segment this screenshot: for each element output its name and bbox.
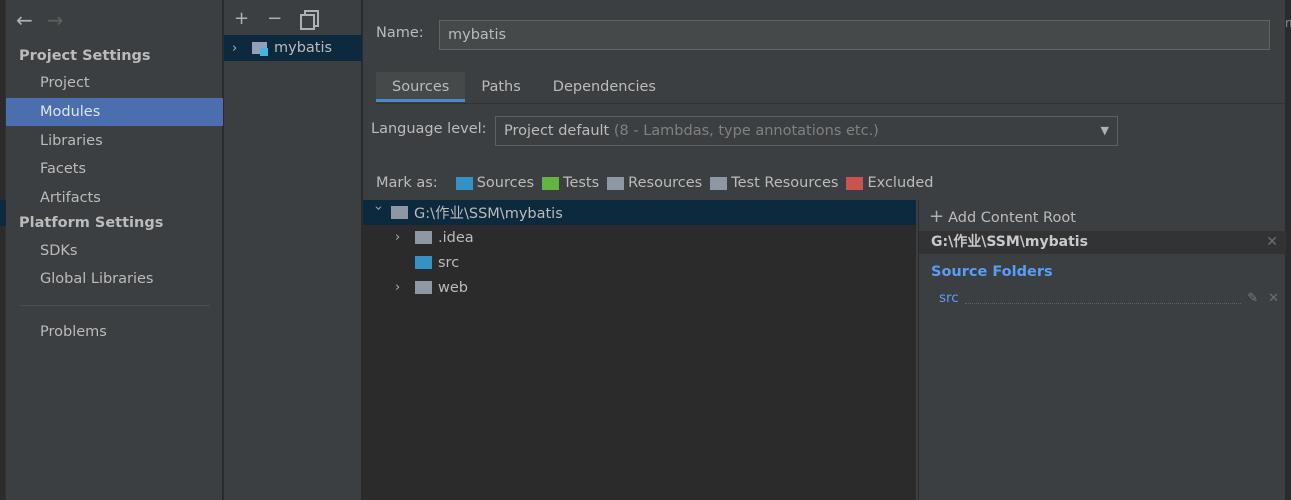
tree-root-label: G:\作业\SSM\mybatis [414, 206, 563, 222]
tab-dependencies[interactable]: Dependencies [537, 72, 672, 102]
sidebar-item-project[interactable]: Project [6, 69, 223, 97]
section-project-settings: Project Settings [19, 48, 151, 64]
add-content-root-button[interactable]: + Add Content Root [929, 206, 1076, 227]
sidebar-item-global-libraries[interactable]: Global Libraries [6, 265, 223, 293]
sidebar-item-modules[interactable]: Modules [6, 98, 223, 126]
nav-arrows: ← → [16, 8, 64, 34]
module-label: mybatis [274, 40, 333, 56]
sidebar-item-facets[interactable]: Facets [6, 155, 223, 183]
mark-resources-button[interactable]: Resources [607, 175, 702, 191]
language-level-label: Language level: [371, 121, 487, 137]
name-field[interactable]: mybatis [439, 20, 1270, 50]
chevron-down-icon[interactable]: ▼ [1101, 117, 1109, 145]
mark-test-resources-button[interactable]: Test Resources [710, 175, 838, 191]
chevron-right-icon[interactable]: › [232, 41, 246, 56]
source-folder-row: src ✎ ✕ [939, 288, 1279, 308]
tree-row-src[interactable]: src [363, 250, 916, 275]
chevron-right-icon[interactable]: › [395, 230, 409, 245]
mark-as-label: Mark as: [376, 175, 438, 191]
mark-resources-label: Resources [628, 175, 703, 191]
folder-icon [391, 206, 408, 219]
tabs-divider [376, 103, 1285, 104]
section-platform-settings: Platform Settings [19, 215, 164, 231]
back-arrow-icon[interactable]: ← [16, 8, 33, 34]
tree-row-idea[interactable]: › .idea [363, 225, 916, 250]
add-content-root-label: Add Content Root [948, 210, 1076, 226]
mark-sources-label: Sources [476, 175, 535, 191]
module-list-panel: + − › mybatis [224, 0, 362, 500]
tab-paths[interactable]: Paths [465, 72, 536, 102]
language-level-hint: (8 - Lambdas, type annotations etc.) [613, 123, 879, 139]
remove-icon[interactable]: − [267, 8, 282, 29]
name-label: Name: [376, 25, 424, 41]
tree-row-web[interactable]: › web [363, 275, 916, 300]
source-folder-name[interactable]: src [939, 290, 959, 306]
forward-arrow-icon[interactable]: → [47, 8, 64, 34]
mark-excluded-label: Excluded [867, 175, 934, 191]
content-root-panel: + Add Content Root G:\作业\SSM\mybatis ✕ So… [918, 200, 1286, 500]
mark-test-resources-label: Test Resources [731, 175, 839, 191]
tree-item-label: web [438, 279, 468, 296]
module-row-mybatis[interactable]: › mybatis [224, 35, 362, 61]
settings-sidebar: ← → Project Settings Project Modules Lib… [6, 0, 223, 500]
edge-glyph: m [1285, 16, 1291, 30]
module-settings-pane: Name: mybatis Sources Paths Dependencies… [363, 0, 1286, 500]
module-icon [252, 41, 268, 56]
source-folders-title: Source Folders [931, 264, 1053, 280]
tree-item-label: src [438, 254, 460, 271]
add-icon[interactable]: + [234, 8, 249, 29]
excluded-folder-icon [846, 176, 864, 190]
tree-root-row[interactable]: › G:\作业\SSM\mybatis [363, 200, 916, 225]
sidebar-item-libraries[interactable]: Libraries [6, 127, 223, 155]
sources-folder-icon [455, 176, 473, 190]
content-root-path: G:\作业\SSM\mybatis [931, 234, 1088, 250]
mark-tests-label: Tests [563, 175, 600, 191]
close-icon[interactable]: ✕ [1268, 291, 1279, 306]
content-root-tree: › G:\作业\SSM\mybatis › .idea src › web [363, 200, 916, 500]
sidebar-item-sdks[interactable]: SDKs [6, 237, 223, 265]
chevron-right-icon[interactable]: › [395, 280, 409, 295]
resources-folder-icon [607, 176, 625, 190]
copy-icon[interactable] [300, 10, 320, 30]
tab-sources[interactable]: Sources [376, 72, 466, 102]
close-icon[interactable]: ✕ [1266, 231, 1278, 254]
plus-icon: + [929, 206, 945, 227]
language-level-select[interactable]: Project default (8 - Lambdas, type annot… [495, 116, 1118, 146]
mark-as-bar: Mark as: Sources Tests Resources Test Re… [376, 171, 941, 195]
tree-item-label: .idea [438, 229, 474, 246]
mark-tests-button[interactable]: Tests [542, 175, 599, 191]
test-resources-folder-icon [710, 176, 728, 190]
mark-sources-button[interactable]: Sources [455, 175, 535, 191]
module-tabs: Sources Paths Dependencies [376, 72, 672, 104]
mark-excluded-button[interactable]: Excluded [846, 175, 933, 191]
sidebar-item-artifacts[interactable]: Artifacts [6, 184, 223, 212]
sidebar-divider [20, 305, 210, 306]
folder-icon [415, 231, 432, 244]
tests-folder-icon [542, 176, 560, 190]
dotted-leader [964, 292, 1242, 304]
content-root-header: G:\作业\SSM\mybatis ✕ [919, 231, 1286, 254]
language-level-value: Project default [504, 123, 610, 139]
sidebar-item-problems[interactable]: Problems [6, 318, 223, 346]
module-toolbar: + − [224, 4, 320, 32]
source-folder-icon [415, 256, 432, 269]
pencil-icon[interactable]: ✎ [1247, 291, 1258, 306]
chevron-down-icon[interactable]: › [371, 206, 386, 220]
folder-icon [415, 281, 432, 294]
